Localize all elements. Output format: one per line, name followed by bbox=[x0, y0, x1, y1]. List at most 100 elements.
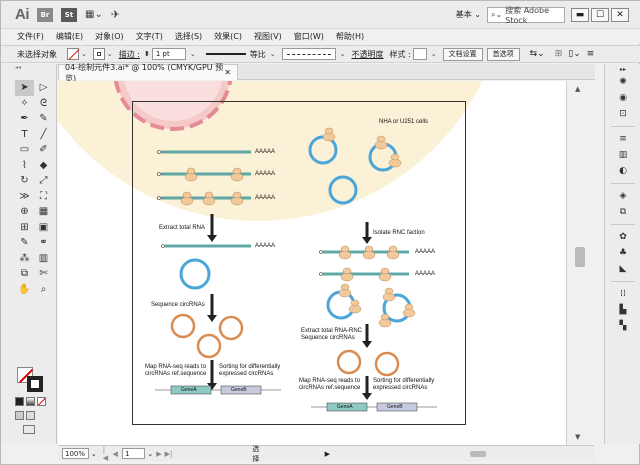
align-panel-icon[interactable]: ⁞⁞ bbox=[605, 286, 640, 302]
scroll-up-icon[interactable]: ▲ bbox=[575, 85, 580, 93]
chevron-down-icon[interactable]: ⌄ bbox=[147, 450, 153, 458]
stroke-color-box[interactable] bbox=[27, 376, 43, 392]
eyedropper-tool-icon[interactable]: ✎ bbox=[15, 235, 34, 251]
stroke-panel-icon[interactable]: ≡ bbox=[605, 131, 640, 147]
menu-help[interactable]: 帮助(H) bbox=[330, 31, 370, 42]
width-tool-icon[interactable]: ≫ bbox=[15, 189, 34, 205]
eraser-tool-icon[interactable]: ◆ bbox=[34, 158, 53, 174]
hand-tool-icon[interactable]: ✋ bbox=[15, 282, 34, 298]
document-setup-button[interactable]: 文档设置 bbox=[442, 47, 483, 61]
menu-object[interactable]: 对象(O) bbox=[89, 31, 130, 42]
layers-panel-icon[interactable]: ◈ bbox=[605, 188, 640, 204]
close-tab-icon[interactable]: ✕ bbox=[224, 68, 231, 77]
type-tool-icon[interactable]: T bbox=[15, 127, 34, 143]
chevron-down-icon[interactable]: ⌄ bbox=[107, 50, 113, 58]
menu-edit[interactable]: 编辑(E) bbox=[50, 31, 89, 42]
uniform-label[interactable]: 等比 bbox=[250, 49, 266, 60]
rectangle-tool-icon[interactable]: ▭ bbox=[15, 142, 34, 158]
panel-collapse-icon[interactable]: ◂◂ bbox=[1, 64, 56, 71]
document-tab[interactable]: 04-绘制元件3.ai* @ 100% (CMYK/GPU 预览) ✕ bbox=[58, 63, 238, 83]
brushes-panel-icon[interactable]: ✿ bbox=[605, 229, 640, 245]
draw-behind-icon[interactable] bbox=[26, 411, 35, 420]
close-button[interactable]: ✕ bbox=[611, 7, 629, 22]
perspective-grid-tool-icon[interactable]: ▦ bbox=[34, 204, 53, 220]
paintbrush-tool-icon[interactable]: ✐ bbox=[34, 142, 53, 158]
zoom-tool-icon[interactable]: ⌕ bbox=[34, 282, 53, 298]
none-icon[interactable] bbox=[37, 397, 46, 406]
screen-mode-icon[interactable] bbox=[23, 425, 35, 434]
fill-stroke-widget[interactable] bbox=[15, 367, 45, 395]
scale-tool-icon[interactable]: ⤢ bbox=[34, 173, 53, 189]
transform-panel-icon[interactable]: ▚ bbox=[605, 318, 640, 334]
status-menu-icon[interactable]: ▶ bbox=[325, 450, 330, 458]
curvature-tool-icon[interactable]: ✎ bbox=[34, 111, 53, 127]
workspace-switcher[interactable]: 基本 ⌄ bbox=[456, 9, 481, 20]
menu-file[interactable]: 文件(F) bbox=[1, 31, 50, 42]
panel-menu-icon[interactable]: ≡ bbox=[587, 49, 595, 59]
gpu-performance-icon[interactable]: ✈ bbox=[111, 8, 120, 22]
stock-search-input[interactable]: ⌕⌄ 搜索 Adobe Stock bbox=[487, 6, 565, 25]
symbols-panel-icon[interactable]: ♣ bbox=[605, 245, 640, 261]
chevron-down-icon[interactable]: ⌄ bbox=[340, 50, 346, 58]
distribute-icon[interactable]: ▯⌄ bbox=[568, 49, 581, 59]
symbol-sprayer-tool-icon[interactable]: ⁂ bbox=[15, 251, 34, 267]
arrange-documents-icon[interactable]: ▦⌄ bbox=[85, 8, 103, 22]
h-scroll-thumb[interactable] bbox=[469, 450, 486, 457]
cc-libraries-icon[interactable]: ⊡ bbox=[605, 106, 640, 122]
preferences-button[interactable]: 首选项 bbox=[486, 47, 520, 61]
canvas-area[interactable]: NHA or U251 cells AAAAA AAAAA AAAAA Extr… bbox=[58, 81, 594, 445]
last-page-icon[interactable]: ▶| bbox=[165, 450, 173, 458]
stepper-icon[interactable]: ⬍ bbox=[144, 50, 150, 58]
gradient-panel-icon[interactable]: ▥ bbox=[605, 147, 640, 163]
vertical-scrollbar[interactable]: ▲ ▼ bbox=[566, 81, 594, 445]
menu-window[interactable]: 窗口(W) bbox=[288, 31, 330, 42]
graphic-styles-icon[interactable]: ◣ bbox=[605, 261, 640, 277]
transparency-panel-icon[interactable]: ◐ bbox=[605, 163, 640, 179]
pen-tool-icon[interactable]: ✒ bbox=[15, 111, 34, 127]
transform-icon[interactable]: ⇆⌄ bbox=[530, 49, 545, 59]
menu-effect[interactable]: 效果(C) bbox=[208, 31, 248, 42]
graphic-style-swatch[interactable] bbox=[412, 48, 427, 60]
mesh-tool-icon[interactable]: ⊞ bbox=[15, 220, 34, 236]
bridge-button[interactable]: Br bbox=[37, 7, 53, 22]
free-transform-tool-icon[interactable]: ⛶ bbox=[34, 189, 53, 205]
blend-tool-icon[interactable]: ⚭ bbox=[34, 235, 53, 251]
menu-select[interactable]: 选择(S) bbox=[169, 31, 208, 42]
opacity-label[interactable]: 不透明度 bbox=[352, 49, 384, 60]
brush-definition-preview[interactable] bbox=[281, 48, 336, 60]
color-icon[interactable] bbox=[15, 397, 24, 406]
align-icon[interactable]: ⊞ bbox=[555, 49, 563, 59]
magic-wand-tool-icon[interactable]: ✧ bbox=[15, 96, 34, 112]
slice-tool-icon[interactable]: ✄ bbox=[34, 266, 53, 282]
selection-tool-icon[interactable]: ➤ bbox=[15, 80, 34, 96]
gradient-tool-icon[interactable]: ▣ bbox=[34, 220, 53, 236]
stroke-swatch[interactable] bbox=[92, 48, 105, 60]
first-page-icon[interactable]: |◀ bbox=[103, 446, 110, 462]
shaper-tool-icon[interactable]: ⌇ bbox=[15, 158, 34, 174]
gradient-icon[interactable] bbox=[26, 397, 35, 406]
horizontal-scrollbar[interactable] bbox=[350, 450, 594, 458]
stroke-label[interactable]: 描边 : bbox=[119, 49, 140, 60]
direct-selection-tool-icon[interactable]: ▷ bbox=[34, 80, 53, 96]
chevron-down-icon[interactable]: ⌄ bbox=[190, 50, 196, 58]
color-panel-icon[interactable]: ✺ bbox=[605, 74, 640, 90]
fill-swatch[interactable] bbox=[67, 48, 79, 60]
minimize-button[interactable]: ▬ bbox=[571, 7, 589, 22]
prev-page-icon[interactable]: ◀ bbox=[113, 450, 118, 458]
pathfinder-panel-icon[interactable]: ▙ bbox=[605, 302, 640, 318]
shape-builder-tool-icon[interactable]: ⊕ bbox=[15, 204, 34, 220]
chevron-down-icon[interactable]: ⌄ bbox=[431, 50, 437, 58]
menu-view[interactable]: 视图(V) bbox=[248, 31, 288, 42]
page-field[interactable]: 1 bbox=[121, 448, 146, 459]
line-tool-icon[interactable]: ╱ bbox=[34, 127, 53, 143]
lasso-tool-icon[interactable]: ᘓ bbox=[34, 96, 53, 112]
stroke-weight-field[interactable]: 1 pt bbox=[151, 48, 186, 60]
zoom-field[interactable]: 100% bbox=[62, 448, 89, 459]
panel-expand-icon[interactable]: ▸▸ bbox=[605, 64, 640, 74]
scroll-down-icon[interactable]: ▼ bbox=[575, 433, 580, 441]
stock-button[interactable]: St bbox=[61, 7, 77, 22]
color-guide-icon[interactable]: ◉ bbox=[605, 90, 640, 106]
chevron-down-icon[interactable]: ⌄ bbox=[91, 450, 97, 458]
scroll-thumb[interactable] bbox=[575, 247, 585, 267]
next-page-icon[interactable]: ▶ bbox=[156, 450, 161, 458]
